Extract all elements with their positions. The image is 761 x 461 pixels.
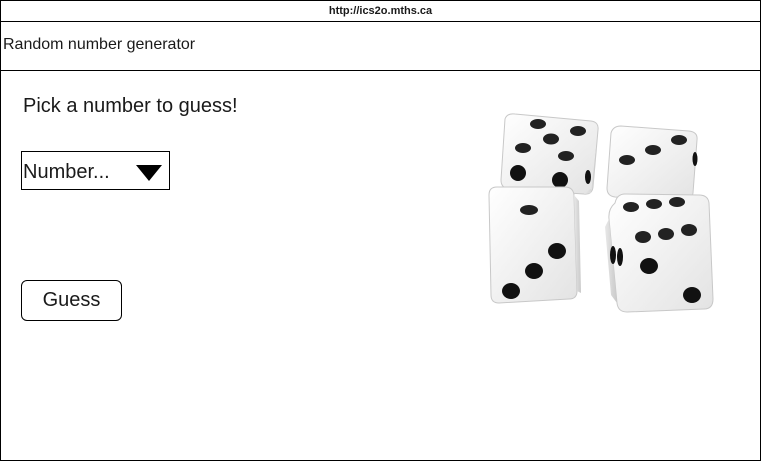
die-back-left — [500, 113, 599, 195]
number-select-value: Number... — [23, 161, 110, 183]
dice-image — [488, 113, 714, 313]
die-front-right — [605, 193, 714, 313]
die-back-right — [606, 125, 698, 201]
header: Random number generator — [1, 22, 760, 71]
die-front-left — [488, 186, 581, 304]
address-bar[interactable]: http://ics2o.mths.ca — [1, 1, 760, 22]
guess-button[interactable]: Guess — [21, 280, 122, 321]
app-window: http://ics2o.mths.ca Random number gener… — [0, 0, 761, 461]
page-title: Random number generator — [3, 36, 196, 53]
dropdown-arrow-icon — [136, 165, 162, 181]
guess-prompt: Pick a number to guess! — [23, 95, 238, 117]
number-select[interactable]: Number... — [21, 151, 170, 190]
url-text: http://ics2o.mths.ca — [328, 5, 433, 17]
